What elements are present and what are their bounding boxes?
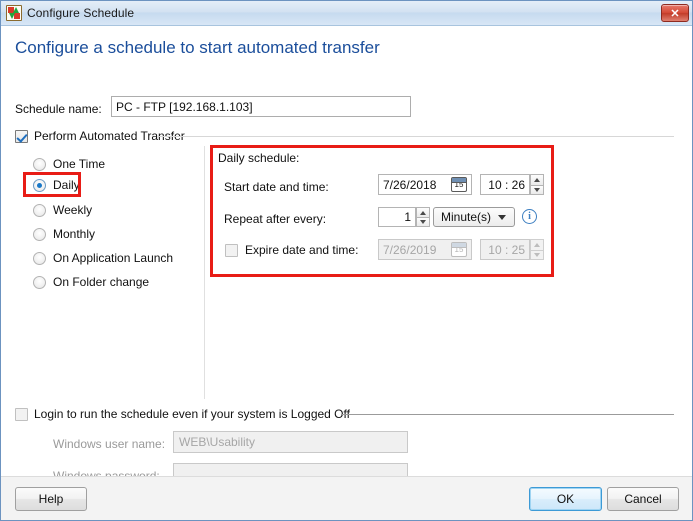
schedule-name-label: Schedule name: [15,102,102,116]
repeat-count-input[interactable]: 1 [378,207,416,227]
frequency-label: One Time [53,157,106,171]
panel-divider [204,146,205,399]
repeat-unit-select[interactable]: Minute(s) [433,207,515,227]
dialog-footer: Help OK Cancel [1,476,692,520]
frequency-label: On Folder change [53,275,150,289]
radio-icon [33,275,46,289]
start-time-stepper[interactable] [530,174,544,195]
page-title: Configure a schedule to start automated … [15,38,380,57]
configure-schedule-dialog: Configure Schedule ✕ Configure a schedul… [0,0,693,521]
group-divider [158,136,674,137]
start-time-input[interactable]: 10 : 26 [480,174,530,195]
window-title: Configure Schedule [27,6,135,20]
sidebar-item-on-folder-change[interactable]: On Folder change [33,275,149,289]
stepper-up-icon[interactable] [530,174,544,185]
login-logged-off-label: Login to run the schedule even if your s… [34,407,350,421]
calendar-icon[interactable]: 15 [451,177,467,192]
help-button[interactable]: Help [15,487,87,511]
group-divider [341,414,674,415]
title-bar: Configure Schedule ✕ [1,1,692,26]
expire-time-stepper[interactable] [530,239,544,260]
windows-user-name-input[interactable]: WEB\Usability [173,431,408,453]
windows-user-name-label: Windows user name: [53,437,166,451]
highlight-box-daily [23,172,81,197]
cancel-button[interactable]: Cancel [607,487,679,511]
chevron-down-icon [498,215,506,220]
repeat-count-value: 1 [404,210,411,224]
expire-time-value: 10 : 25 [488,242,525,257]
stepper-down-icon[interactable] [416,217,430,227]
start-date-value: 7/26/2018 [383,177,437,192]
radio-icon [33,251,46,265]
frequency-label: Weekly [53,203,93,217]
repeat-unit-value: Minute(s) [441,210,492,224]
daily-schedule-title: Daily schedule: [218,151,300,165]
sidebar-item-on-application-launch[interactable]: On Application Launch [33,251,173,265]
stepper-down-icon[interactable] [530,249,544,260]
transfer-icon [6,5,22,21]
repeat-label: Repeat after every: [224,212,327,226]
expire-date-input[interactable]: 7/26/2019 15 [378,239,472,260]
stepper-down-icon[interactable] [530,184,544,195]
checkbox-icon [15,129,28,143]
schedule-name-input[interactable] [111,96,411,117]
radio-icon [33,157,46,171]
sidebar-item-monthly[interactable]: Monthly [33,227,95,241]
calendar-icon[interactable]: 15 [451,242,467,257]
expire-label: Expire date and time: [245,243,359,257]
info-icon[interactable]: i [522,209,537,224]
sidebar-item-one-time[interactable]: One Time [33,157,105,171]
expire-date-value: 7/26/2019 [383,242,437,257]
expire-checkbox[interactable]: Expire date and time: [225,243,358,257]
start-date-label: Start date and time: [224,180,329,194]
expire-time-input[interactable]: 10 : 25 [480,239,530,260]
sidebar-item-weekly[interactable]: Weekly [33,203,92,217]
ok-button[interactable]: OK [529,487,602,511]
repeat-count-stepper[interactable] [416,207,430,227]
stepper-up-icon[interactable] [416,207,430,217]
radio-icon [33,203,46,217]
dialog-body: Configure a schedule to start automated … [1,26,692,520]
windows-user-name-value: WEB\Usability [179,435,256,449]
stepper-up-icon[interactable] [530,239,544,250]
start-time-value: 10 : 26 [488,177,525,192]
close-icon[interactable]: ✕ [661,4,689,22]
frequency-label: On Application Launch [53,251,174,265]
start-date-input[interactable]: 7/26/2018 15 [378,174,472,195]
checkbox-icon [225,243,238,257]
frequency-label: Monthly [53,227,96,241]
login-logged-off-checkbox[interactable]: Login to run the schedule even if your s… [15,407,350,421]
radio-icon [33,227,46,241]
checkbox-icon [15,407,28,421]
